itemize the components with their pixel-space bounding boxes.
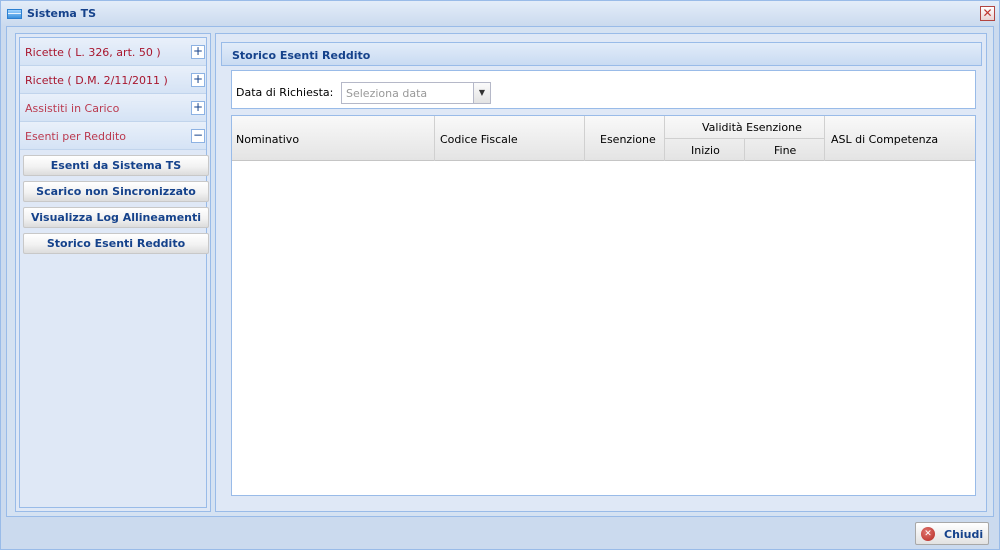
panel-header: Storico Esenti Reddito [221,42,982,66]
panel-title: Storico Esenti Reddito [232,49,371,62]
column-header-esenzione[interactable]: Esenzione [585,116,665,161]
results-grid: Nominativo Codice Fiscale Esenzione Vali… [231,115,976,496]
expand-icon[interactable]: + [191,101,205,115]
panel-body: Data di Richiesta: ▼ Nominativo Codice F… [221,66,982,507]
column-header-inizio[interactable]: Inizio [665,139,745,161]
window-body: Ricette ( L. 326, art. 50 ) + Ricette ( … [6,26,994,517]
accordion-label: Ricette ( D.M. 2/11/2011 ) [25,74,168,87]
storico-esenti-button[interactable]: Storico Esenti Reddito [23,233,209,254]
visualizza-log-button[interactable]: Visualizza Log Allineamenti [23,207,209,228]
dropdown-arrow-icon[interactable]: ▼ [473,83,490,103]
accordion-item-assistiti[interactable]: Assistiti in Carico + [20,94,206,122]
expand-icon[interactable]: + [191,45,205,59]
expand-icon[interactable]: + [191,73,205,87]
scarico-non-sincronizzato-button[interactable]: Scarico non Sincronizzato [23,181,209,202]
window-title: Sistema TS [27,7,97,20]
column-group-validita: Validità Esenzione [665,116,825,139]
column-header-nominativo[interactable]: Nominativo [232,116,435,161]
close-window-button[interactable]: ✕ [980,6,995,21]
sidebar-accordion: Ricette ( L. 326, art. 50 ) + Ricette ( … [19,37,209,508]
date-input[interactable] [342,83,474,103]
column-header-codice-fiscale[interactable]: Codice Fiscale [435,116,585,161]
grid-header: Nominativo Codice Fiscale Esenzione Vali… [232,116,975,161]
accordion-item-esenti-reddito[interactable]: Esenti per Reddito − [20,122,206,150]
chiudi-button[interactable]: ✕ Chiudi [915,522,989,545]
accordion-label: Esenti per Reddito [25,130,127,143]
accordion-body-esenti-reddito: Esenti da Sistema TS Scarico non Sincron… [20,150,209,507]
accordion-label: Assistiti in Carico [25,102,120,115]
collapse-icon[interactable]: − [191,129,205,143]
chiudi-label: Chiudi [944,528,984,541]
filter-form: Data di Richiesta: ▼ [231,70,976,109]
sidebar-panel: Ricette ( L. 326, art. 50 ) + Ricette ( … [15,33,211,512]
main-panel: Storico Esenti Reddito Data di Richiesta… [215,33,987,512]
date-combo[interactable]: ▼ [341,82,491,104]
column-header-asl[interactable]: ASL di Competenza [825,116,975,161]
accordion-item-ricette-dm[interactable]: Ricette ( D.M. 2/11/2011 ) + [20,66,206,94]
date-label: Data di Richiesta: [236,86,334,99]
esenti-sistema-ts-button[interactable]: Esenti da Sistema TS [23,155,209,176]
dialog-window: Sistema TS ✕ Ricette ( L. 326, art. 50 )… [0,0,1000,550]
column-header-fine[interactable]: Fine [745,139,825,161]
close-icon: ✕ [921,527,935,541]
accordion-item-ricette-l326[interactable]: Ricette ( L. 326, art. 50 ) + [20,38,206,66]
accordion-label: Ricette ( L. 326, art. 50 ) [25,46,161,59]
title-bar[interactable]: Sistema TS [1,1,999,26]
window-icon [7,9,22,19]
grid-body [232,162,975,495]
